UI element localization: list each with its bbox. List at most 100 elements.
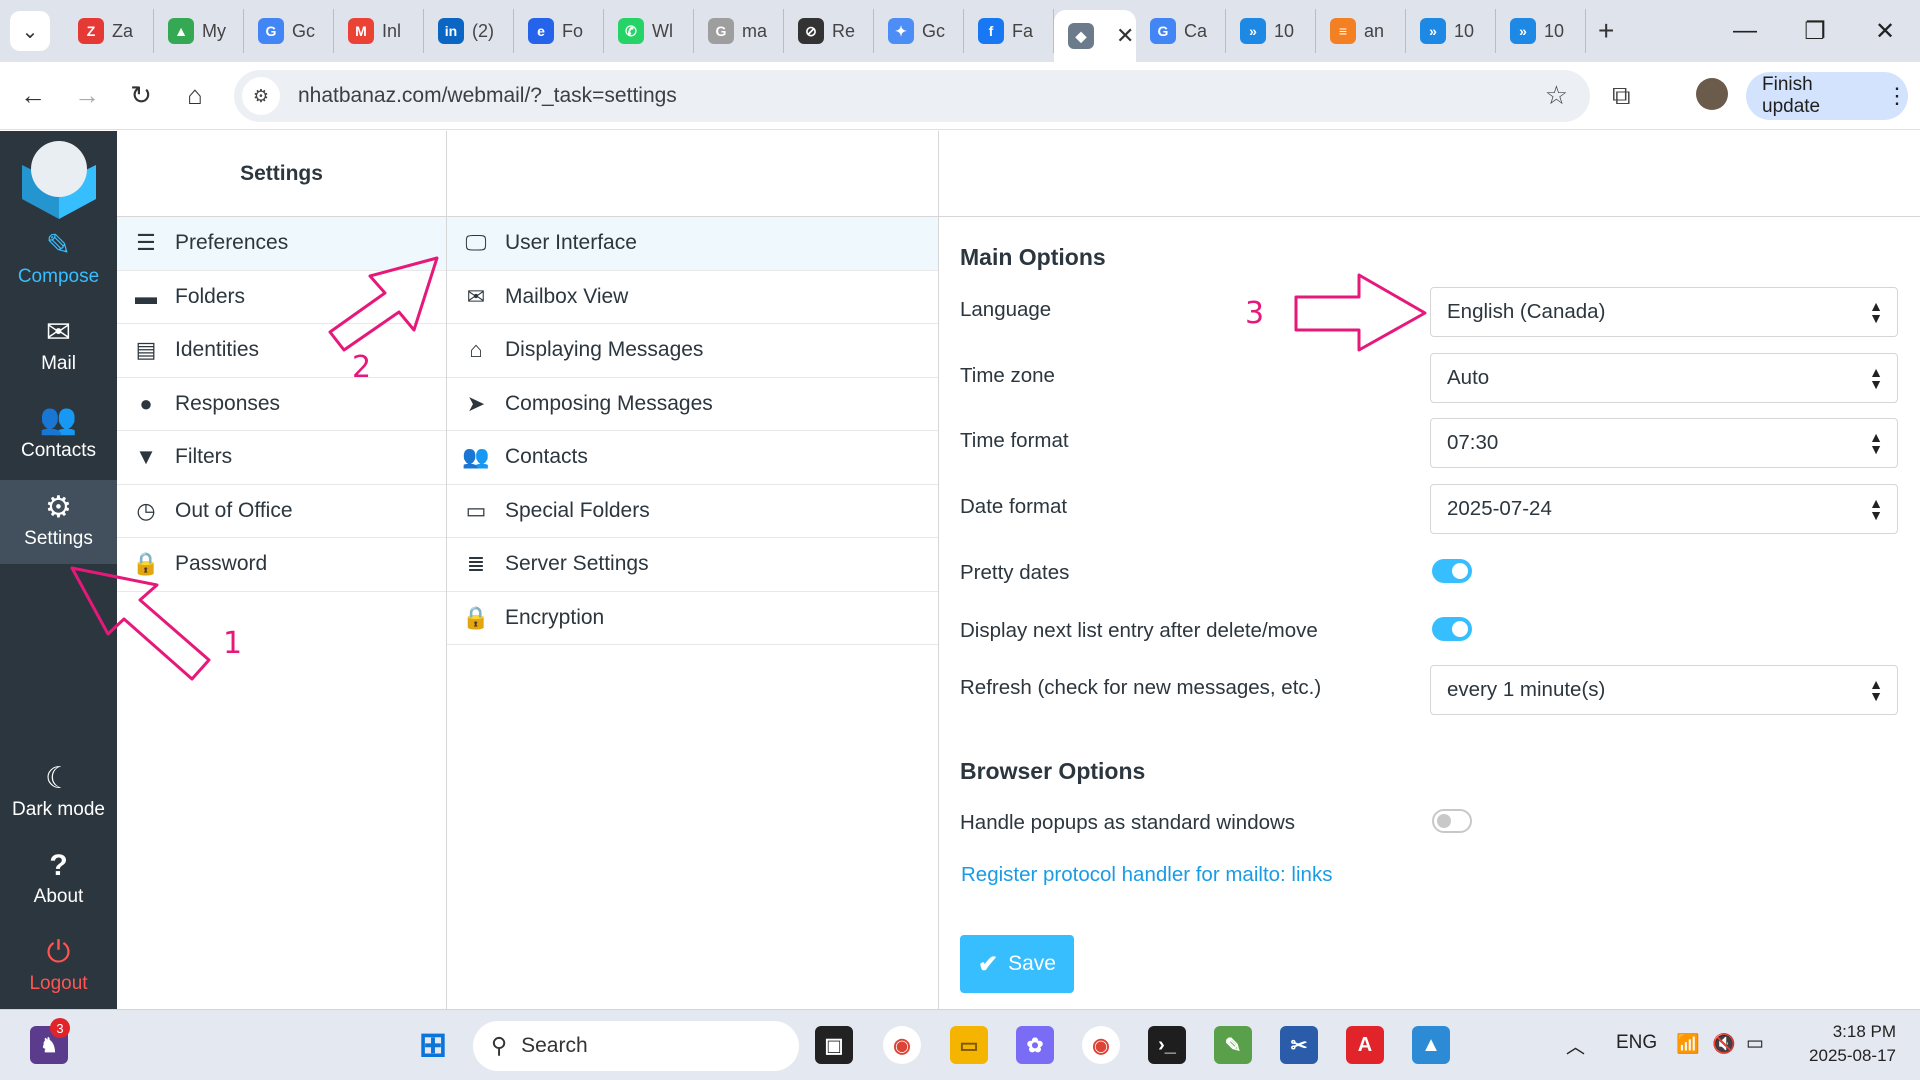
preferences-section-label: User Interface	[505, 231, 637, 255]
display-next-toggle[interactable]	[1432, 617, 1472, 641]
dateformat-label: Date format	[960, 495, 1068, 518]
site-info-icon[interactable]: ⚙	[242, 77, 280, 115]
popups-toggle[interactable]	[1432, 809, 1472, 833]
nav-dark-mode[interactable]: ☾ Dark mode	[0, 751, 117, 835]
chrome-icon[interactable]: ◉	[883, 1026, 921, 1064]
preferences-section-item[interactable]: ➤ Composing Messages	[447, 378, 938, 431]
preferences-section-item[interactable]: ≣ Server Settings	[447, 538, 938, 592]
extensions-icon[interactable]: ⧉	[1612, 80, 1631, 112]
settings-section-item[interactable]: ▤ Identities	[117, 324, 446, 378]
task-view-icon[interactable]: ▣	[815, 1026, 853, 1064]
tab-search-button[interactable]: ⌄	[10, 11, 50, 51]
register-protocol-link[interactable]: Register protocol handler for mailto: li…	[961, 863, 1332, 887]
minimize-icon[interactable]: —	[1710, 17, 1780, 45]
language-indicator[interactable]: ENG	[1616, 1032, 1657, 1054]
system-clock[interactable]: 3:18 PM 2025-08-17	[1796, 1020, 1896, 1068]
browser-tab[interactable]: f Fa	[964, 9, 1054, 53]
preferences-form: Main Options Language English (Canada) ▲…	[939, 131, 1920, 1009]
settings-section-item[interactable]: ● Responses	[117, 378, 446, 431]
browser-tab[interactable]: ▲ My	[154, 9, 244, 53]
monitor-icon: 🖵	[465, 230, 487, 256]
copilot-icon: »	[1240, 18, 1266, 44]
preferences-section-item[interactable]: 👥 Contacts	[447, 431, 938, 485]
close-window-icon[interactable]: ✕	[1850, 17, 1920, 46]
snipping-icon[interactable]: ✂	[1280, 1026, 1318, 1064]
preferences-section-label: Mailbox View	[505, 284, 629, 308]
google-icon: G	[1150, 18, 1176, 44]
browser-tab[interactable]: Z Za	[64, 9, 154, 53]
browser-tab[interactable]: e Fo	[514, 9, 604, 53]
speaker-muted-icon[interactable]: 🔇	[1712, 1032, 1736, 1056]
pretty-dates-toggle[interactable]	[1432, 559, 1472, 583]
browser-tab[interactable]: Gma	[694, 9, 784, 53]
tab-list: Z Za ▲ My G Gc M Inl in (2) e Fo ✆ Wl Gma ⊘ Re ✦ Gc f Fa ◆ ✕ G C…	[64, 0, 1586, 62]
browser-tab[interactable]: in (2)	[424, 9, 514, 53]
url-text[interactable]: nhatbanaz.com/webmail/?_task=settings	[298, 84, 677, 108]
file-explorer-icon[interactable]: ▭	[950, 1026, 988, 1064]
home-icon[interactable]: ⌂	[168, 80, 222, 111]
terminal-icon[interactable]: ›_	[1148, 1026, 1186, 1064]
acrobat-icon[interactable]: A	[1346, 1026, 1384, 1064]
preferences-section-item[interactable]: 🔒 Encryption	[447, 592, 938, 645]
taskbar-search[interactable]: ⚲ Search	[473, 1021, 799, 1071]
browser-tab[interactable]: G Ca	[1136, 9, 1226, 53]
address-bar[interactable]: ⚙ nhatbanaz.com/webmail/?_task=settings …	[234, 70, 1590, 122]
copilot-icon[interactable]: ✿	[1016, 1026, 1054, 1064]
browser-tab[interactable]: M Inl	[334, 9, 424, 53]
settings-section-item[interactable]: ▬ Folders	[117, 271, 446, 324]
restore-icon[interactable]: ❐	[1780, 17, 1850, 46]
close-tab-icon[interactable]: ✕	[1116, 23, 1134, 49]
photos-icon[interactable]: ▲	[1412, 1026, 1450, 1064]
nav-about[interactable]: ? About	[0, 838, 117, 922]
preferences-section-item[interactable]: ⌂ Displaying Messages	[447, 324, 938, 378]
browser-tab[interactable]: ✆ Wl	[604, 9, 694, 53]
nav-contacts[interactable]: 👥 Contacts	[0, 392, 117, 476]
settings-sections-panel: Settings ☰ Preferences ▬ Folders ▤ Identities…	[117, 131, 447, 1009]
settings-section-item[interactable]: ☰ Preferences	[117, 217, 446, 271]
nav-mail[interactable]: ✉ Mail	[0, 305, 117, 389]
browser-tab[interactable]: ◆ ✕	[1054, 10, 1136, 62]
language-select[interactable]: English (Canada) ▲ ▼	[1430, 287, 1898, 337]
browser-tab[interactable]: ✦ Gc	[874, 9, 964, 53]
stackoverflow-icon: ≡	[1330, 18, 1356, 44]
browser-tab[interactable]: ≡ an	[1316, 9, 1406, 53]
settings-section-label: Filters	[175, 445, 233, 469]
timeformat-select[interactable]: 07:30 ▲ ▼	[1430, 418, 1898, 468]
bookmark-star-icon[interactable]: ☆	[1545, 80, 1568, 111]
finish-update-button[interactable]: Finish update ⋮	[1746, 72, 1908, 120]
mail-icon: ✉	[45, 316, 72, 349]
windows-taskbar: ♞ 3 ⊞ ⚲ Search ▣ ◉ ▭ ✿ ◉ ›_ ✎ ✂ A ▲ ︿ EN…	[0, 1009, 1920, 1080]
nav-settings[interactable]: ⚙ Settings	[0, 480, 117, 564]
battery-icon[interactable]: ▭	[1746, 1032, 1764, 1055]
settings-section-item[interactable]: ▼ Filters	[117, 431, 446, 485]
save-button[interactable]: ✔ Save	[960, 935, 1074, 993]
profile-avatar[interactable]	[1696, 78, 1728, 110]
windows-start-icon[interactable]: ⊞	[414, 1026, 452, 1064]
forward-icon[interactable]: →	[60, 80, 114, 111]
browser-tab[interactable]: » 10	[1496, 9, 1586, 53]
dateformat-select[interactable]: 2025-07-24 ▲ ▼	[1430, 484, 1898, 534]
notepad-icon[interactable]: ✎	[1214, 1026, 1252, 1064]
browser-tab[interactable]: G Gc	[244, 9, 334, 53]
browser-tab[interactable]: » 10	[1226, 9, 1316, 53]
new-tab-button[interactable]: +	[1598, 15, 1630, 47]
preferences-section-item[interactable]: ▭ Special Folders	[447, 485, 938, 538]
settings-section-item[interactable]: ◷ Out of Office	[117, 485, 446, 538]
settings-section-item[interactable]: 🔒 Password	[117, 538, 446, 592]
browser-tab[interactable]: » 10	[1406, 9, 1496, 53]
back-icon[interactable]: ←	[6, 80, 60, 111]
nav-logout[interactable]: ⏻ Logout	[0, 925, 117, 1009]
nav-compose[interactable]: ✎ Compose	[0, 218, 117, 302]
language-label: Language	[960, 298, 1052, 321]
preferences-section-item[interactable]: ✉ Mailbox View	[447, 271, 938, 324]
preferences-section-item[interactable]: 🖵 User Interface	[447, 217, 938, 271]
refresh-select[interactable]: every 1 minute(s) ▲ ▼	[1430, 665, 1898, 715]
browser-tab[interactable]: ⊘ Re	[784, 9, 874, 53]
checkmark-icon: ✔	[978, 950, 999, 978]
tray-chevron-icon[interactable]: ︿	[1566, 1032, 1585, 1059]
reload-icon[interactable]: ↻	[114, 80, 168, 111]
timezone-select[interactable]: Auto ▲ ▼	[1430, 353, 1898, 403]
form-header	[939, 131, 1920, 217]
wifi-icon[interactable]: 📶	[1676, 1032, 1700, 1056]
chrome-active-icon[interactable]: ◉	[1082, 1026, 1120, 1064]
